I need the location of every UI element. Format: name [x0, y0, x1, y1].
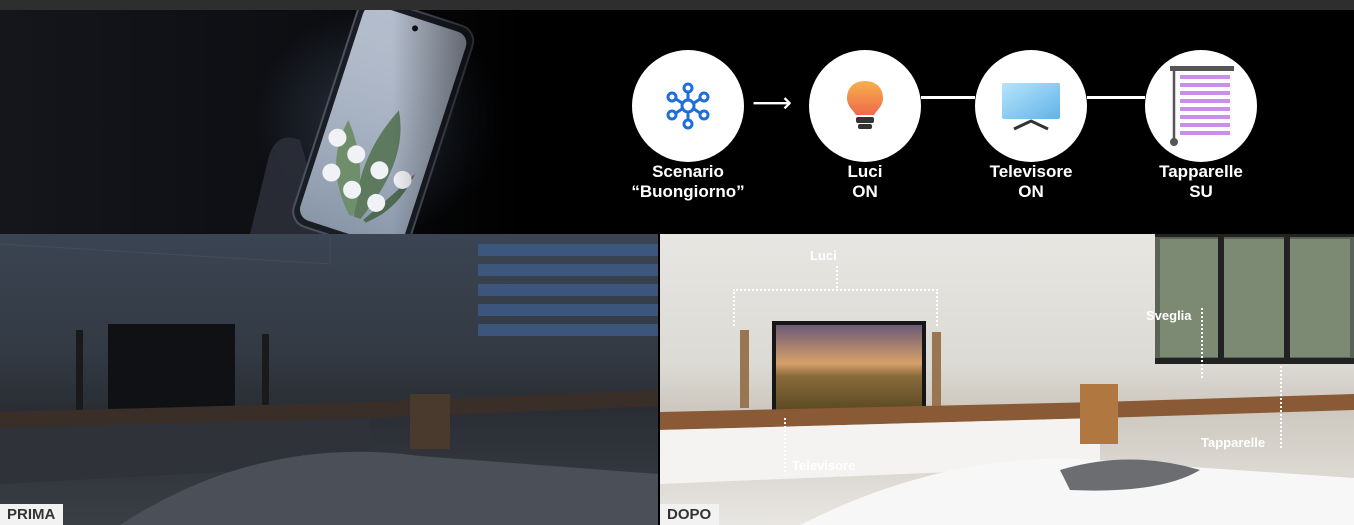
callout-blinds-stem [1280, 366, 1282, 448]
tv-icon [1002, 83, 1060, 131]
phone-photo [0, 10, 560, 234]
after-room-photo: Luci Sveglia Televisore Tapparelle DOPO [660, 234, 1354, 525]
blinds-label-line1: Tapparelle [1159, 162, 1243, 181]
callout-tv-label: Televisore [792, 458, 856, 473]
callout-lights-bracket-left [733, 289, 735, 326]
callout-alarm-stem [1201, 308, 1203, 378]
blinds-label: Tapparelle SU [1116, 162, 1286, 202]
after-caption: DOPO [660, 504, 720, 525]
callout-tv-stem [784, 418, 786, 472]
scenario-node [632, 50, 744, 162]
top-strip [0, 0, 1354, 10]
connector-line [1087, 96, 1145, 99]
callout-lights-stem [836, 266, 838, 288]
blinds-label-line2: SU [1189, 182, 1213, 201]
arrow-right-icon: ⟶ [752, 87, 793, 118]
smartthings-hub-icon [666, 82, 710, 130]
tv-label: Televisore ON [946, 162, 1116, 202]
lights-label: Luci ON [780, 162, 950, 202]
tv-node [975, 50, 1087, 162]
before-room-photo: PRIMA [0, 234, 658, 525]
blinds-icon [1170, 66, 1234, 146]
lights-label-line2: ON [852, 182, 878, 201]
lights-label-line1: Luci [847, 162, 883, 181]
callout-lights-bracket-top [733, 289, 938, 291]
tv-label-line1: Televisore [989, 162, 1073, 181]
callout-lights-bracket-right [936, 289, 938, 326]
lights-node [809, 50, 921, 162]
bright-bedroom-illustration [660, 234, 1354, 525]
connector-line [921, 96, 975, 99]
callout-alarm-label: Sveglia [1146, 308, 1192, 323]
tv-label-line2: ON [1018, 182, 1044, 201]
callout-lights-label: Luci [810, 248, 837, 263]
scenario-label-line2: “Buongiorno” [631, 182, 745, 201]
before-caption: PRIMA [0, 504, 64, 525]
light-bulb-icon [847, 81, 883, 129]
phone-illustration [250, 10, 475, 234]
scene-banner: Scenario “Buongiorno” ⟶ Luci ON Televiso… [0, 10, 1354, 234]
dark-bedroom-illustration [0, 234, 658, 525]
blinds-node [1145, 50, 1257, 162]
scenario-label: Scenario “Buongiorno” [603, 162, 773, 202]
callout-blinds-label: Tapparelle [1201, 435, 1266, 450]
scenario-label-line1: Scenario [652, 162, 724, 181]
